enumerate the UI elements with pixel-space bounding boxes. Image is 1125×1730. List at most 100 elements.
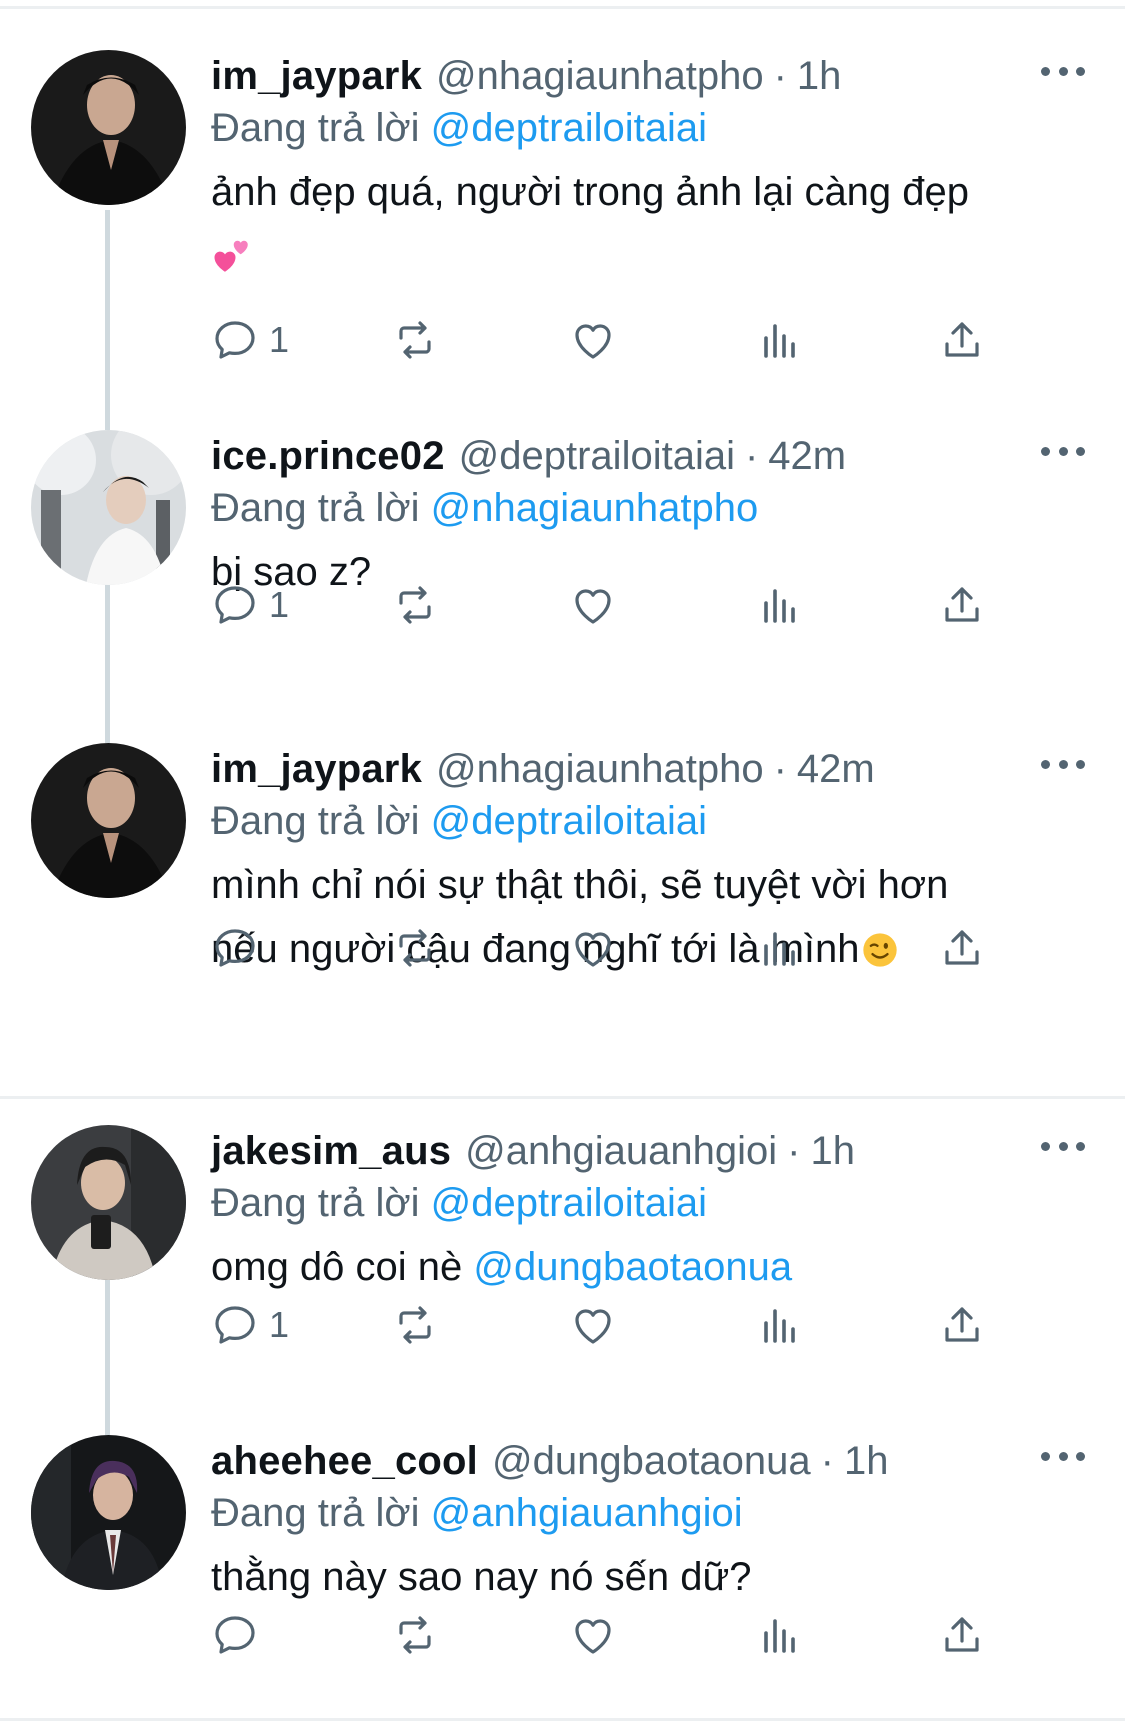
share-button[interactable] <box>938 918 986 978</box>
replying-to-mention[interactable]: @deptrailoitaiai <box>431 799 707 843</box>
views-button[interactable] <box>756 1605 804 1665</box>
replying-to-label: Đang trả lời <box>211 1181 420 1225</box>
more-icon[interactable] <box>1041 436 1085 466</box>
views-button[interactable] <box>756 575 804 635</box>
avatar[interactable] <box>31 743 186 898</box>
avatar[interactable] <box>31 1435 186 1590</box>
like-icon <box>569 316 617 364</box>
views-button[interactable] <box>756 1295 804 1355</box>
separator: · <box>773 747 787 791</box>
tweet-text: omg dô coi nè @dungbaotaonua <box>211 1235 1085 1299</box>
display-name[interactable]: jakesim_aus <box>211 1125 451 1177</box>
username-handle[interactable]: @dungbaotaonua <box>492 1435 811 1487</box>
like-icon <box>569 1611 617 1659</box>
thread-connector <box>105 585 110 743</box>
display-name[interactable]: aheehee_cool <box>211 1435 478 1487</box>
views-icon <box>756 581 804 629</box>
timestamp[interactable]: 42m <box>797 743 875 795</box>
more-icon[interactable] <box>1041 56 1085 86</box>
share-icon <box>938 924 986 972</box>
replying-to-mention[interactable]: @deptrailoitaiai <box>431 1181 707 1225</box>
tweet-mention-link[interactable]: @dungbaotaonua <box>473 1245 792 1289</box>
tweet-text: thằng này sao nay nó sến dữ? <box>211 1545 1085 1609</box>
replying-to-mention[interactable]: @deptrailoitaiai <box>431 106 707 150</box>
timestamp[interactable]: 1h <box>797 50 842 102</box>
reply-count: 1 <box>269 1304 290 1345</box>
retweet-button[interactable] <box>391 575 439 635</box>
tweet-text-content: ảnh đẹp quá, người trong ảnh lại càng đẹ… <box>211 170 970 214</box>
divider <box>0 6 1125 9</box>
tweet-text-content: thằng này sao nay nó sến dữ? <box>211 1555 752 1599</box>
avatar[interactable] <box>31 430 186 585</box>
reply-icon <box>211 316 259 364</box>
reply-button[interactable] <box>211 1605 269 1665</box>
display-name[interactable]: im_jaypark <box>211 743 422 795</box>
reply-button[interactable] <box>211 918 269 978</box>
like-icon <box>569 924 617 972</box>
tweet-text-line: mình chỉ nói sự thật thôi, sẽ tuyệt vời … <box>211 863 949 907</box>
reply-button[interactable]: 1 <box>211 1295 289 1355</box>
avatar-image <box>31 430 186 585</box>
more-icon[interactable] <box>1041 749 1085 779</box>
like-button[interactable] <box>569 310 617 370</box>
display-name[interactable]: im_jaypark <box>211 50 422 102</box>
tweet-header: im_jaypark @nhagiaunhatpho · 42m <box>211 743 1085 795</box>
reply-count: 1 <box>269 319 290 360</box>
tweet-header: jakesim_aus @anhgiauanhgioi · 1h <box>211 1125 1085 1177</box>
share-icon <box>938 581 986 629</box>
reply-button[interactable]: 1 <box>211 575 289 635</box>
avatar[interactable] <box>31 50 186 205</box>
thread-connector <box>105 210 110 430</box>
reply-icon <box>211 924 259 972</box>
replying-to: Đang trả lời @anhgiauanhgioi <box>211 1487 1085 1539</box>
username-handle[interactable]: @nhagiaunhatpho <box>436 50 764 102</box>
views-button[interactable] <box>756 918 804 978</box>
retweet-button[interactable] <box>391 918 439 978</box>
separator: · <box>820 1439 834 1483</box>
replying-to: Đang trả lời @deptrailoitaiai <box>211 102 1085 154</box>
replying-to-mention[interactable]: @anhgiauanhgioi <box>431 1491 743 1535</box>
tweet-actions: 1 <box>211 575 991 635</box>
replying-to: Đang trả lời @nhagiaunhatpho <box>211 482 1085 534</box>
tweet-actions <box>211 1605 991 1665</box>
username-handle[interactable]: @anhgiauanhgioi <box>465 1125 777 1177</box>
timestamp[interactable]: 42m <box>768 430 846 482</box>
replying-to-label: Đang trả lời <box>211 799 420 843</box>
like-button[interactable] <box>569 575 617 635</box>
more-icon[interactable] <box>1041 1131 1085 1161</box>
like-button[interactable] <box>569 1605 617 1665</box>
divider <box>0 1096 1125 1099</box>
username-handle[interactable]: @deptrailoitaiai <box>459 430 735 482</box>
separator: · <box>787 1129 801 1173</box>
separator: · <box>773 54 787 98</box>
reply-button[interactable]: 1 <box>211 310 289 370</box>
share-button[interactable] <box>938 1605 986 1665</box>
avatar[interactable] <box>31 1125 186 1280</box>
replying-to-label: Đang trả lời <box>211 486 420 530</box>
like-button[interactable] <box>569 1295 617 1355</box>
share-button[interactable] <box>938 1295 986 1355</box>
replying-to-mention[interactable]: @nhagiaunhatpho <box>431 486 759 530</box>
share-button[interactable] <box>938 310 986 370</box>
retweet-button[interactable] <box>391 310 439 370</box>
timestamp[interactable]: 1h <box>810 1125 855 1177</box>
replying-to: Đang trả lời @deptrailoitaiai <box>211 795 1085 847</box>
retweet-button[interactable] <box>391 1295 439 1355</box>
like-button[interactable] <box>569 918 617 978</box>
replying-to: Đang trả lời @deptrailoitaiai <box>211 1177 1085 1229</box>
more-icon[interactable] <box>1041 1441 1085 1471</box>
retweet-icon <box>391 316 439 364</box>
timestamp[interactable]: 1h <box>844 1435 889 1487</box>
reply-icon <box>211 581 259 629</box>
retweet-button[interactable] <box>391 1605 439 1665</box>
avatar-image <box>31 1125 186 1280</box>
two-hearts-emoji <box>211 232 253 296</box>
share-button[interactable] <box>938 575 986 635</box>
tweet-header: ice.prince02 @deptrailoitaiai · 42m <box>211 430 1085 482</box>
like-icon <box>569 581 617 629</box>
reply-count: 1 <box>269 584 290 625</box>
username-handle[interactable]: @nhagiaunhatpho <box>436 743 764 795</box>
display-name[interactable]: ice.prince02 <box>211 430 445 482</box>
views-button[interactable] <box>756 310 804 370</box>
tweet-header: aheehee_cool @dungbaotaonua · 1h <box>211 1435 1085 1487</box>
